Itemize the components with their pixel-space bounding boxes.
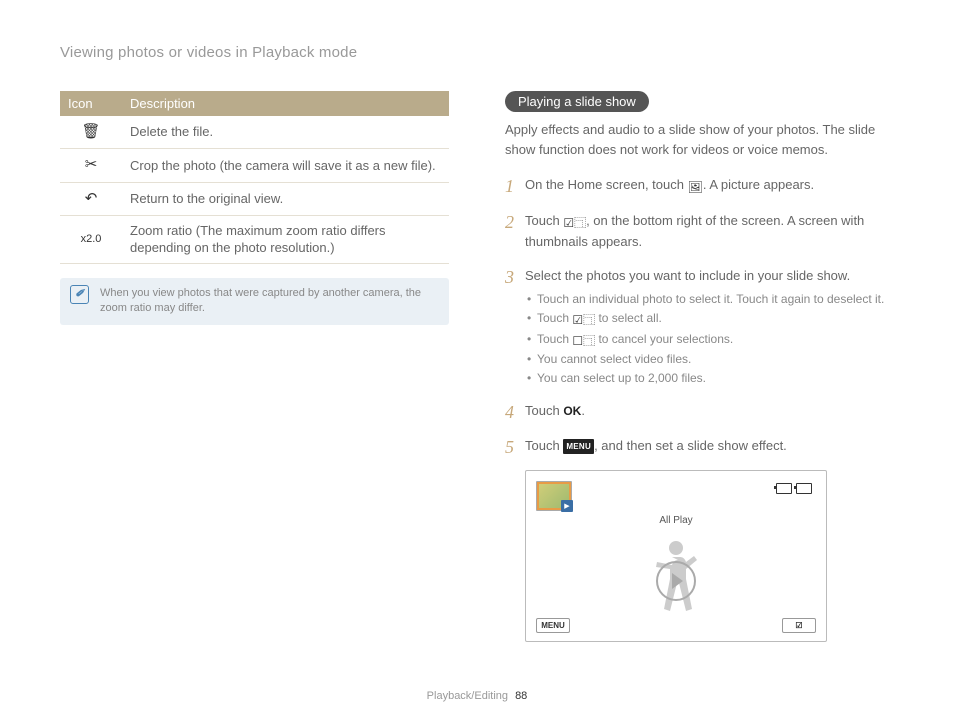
thumbnail-icon <box>536 481 572 511</box>
zoom-ratio-icon: x2.0 <box>60 215 122 263</box>
battery-icon <box>776 483 792 494</box>
note-icon: ✐ <box>70 285 89 304</box>
battery-icon <box>796 483 812 494</box>
table-row: x2.0Zoom ratio (The maximum zoom ratio d… <box>60 215 449 263</box>
screenshot-preview: All Play MENU ☑ <box>525 470 827 642</box>
step-text: On the Home screen, touch <box>525 177 688 192</box>
status-icons <box>776 483 812 494</box>
note-box: ✐ When you view photos that were capture… <box>60 278 449 325</box>
sub-item: Touch ☑⿹ to select all. <box>525 309 894 330</box>
step-text: Touch <box>525 213 563 228</box>
sub-item: Touch ☐⿹ to cancel your selections. <box>525 330 894 351</box>
table-row: 🗑Delete the file. <box>60 116 449 149</box>
footer-page-number: 88 <box>515 690 527 702</box>
gallery-icon: 🖼 <box>688 178 703 197</box>
select-button: ☑ <box>782 618 816 633</box>
section-pill: Playing a slide show <box>505 91 649 112</box>
step-text: Select the photos you want to include in… <box>525 268 850 283</box>
note-text: When you view photos that were captured … <box>100 287 421 314</box>
table-row: ✂Crop the photo (the camera will save it… <box>60 149 449 182</box>
return-icon: ↶ <box>60 182 122 215</box>
ok-icon: OK <box>563 404 581 418</box>
left-column: Icon Description 🗑Delete the file. ✂Crop… <box>60 91 449 642</box>
step-item: Touch OK. <box>505 401 894 421</box>
menu-button: MENU <box>536 618 570 633</box>
select-all-icon: ☑⿹ <box>572 311 595 330</box>
sub-item: Touch an individual photo to select it. … <box>525 290 894 309</box>
all-play-label: All Play <box>526 515 826 526</box>
step-item: Touch MENU, and then set a slide show ef… <box>505 436 894 456</box>
step-text: . <box>581 403 585 418</box>
table-cell-description: Zoom ratio (The maximum zoom ratio diffe… <box>122 215 449 263</box>
select-icon: ☑⿹ <box>563 214 586 233</box>
table-header-description: Description <box>122 91 449 116</box>
table-cell-description: Crop the photo (the camera will save it … <box>122 149 449 182</box>
sub-text: to cancel your selections. <box>595 332 733 346</box>
sub-text: to select all. <box>595 311 662 325</box>
menu-icon: MENU <box>563 439 594 454</box>
step-text: . A picture appears. <box>703 177 814 192</box>
section-intro: Apply effects and audio to a slide show … <box>505 120 894 159</box>
table-cell-description: Delete the file. <box>122 116 449 149</box>
deselect-icon: ☐⿹ <box>572 332 595 351</box>
trash-icon: 🗑 <box>60 116 122 149</box>
play-icon <box>656 561 696 601</box>
table-header-icon: Icon <box>60 91 122 116</box>
sub-item: You cannot select video files. <box>525 350 894 369</box>
right-column: Playing a slide show Apply effects and a… <box>505 91 894 642</box>
table-cell-description: Return to the original view. <box>122 182 449 215</box>
step-text: Touch <box>525 438 563 453</box>
table-row: ↶Return to the original view. <box>60 182 449 215</box>
sub-text: Touch <box>537 311 572 325</box>
steps-list: On the Home screen, touch 🖼. A picture a… <box>505 175 894 456</box>
step-text: , and then set a slide show effect. <box>594 438 787 453</box>
step-item: Touch ☑⿹, on the bottom right of the scr… <box>505 211 894 253</box>
icon-description-table: Icon Description 🗑Delete the file. ✂Crop… <box>60 91 449 264</box>
step-item: On the Home screen, touch 🖼. A picture a… <box>505 175 894 197</box>
footer-section: Playback/Editing <box>427 690 508 702</box>
scissors-icon: ✂ <box>60 149 122 182</box>
sub-text: Touch <box>537 332 572 346</box>
sub-item: You can select up to 2,000 files. <box>525 369 894 388</box>
breadcrumb: Viewing photos or videos in Playback mod… <box>60 44 894 61</box>
step-text: Touch <box>525 403 563 418</box>
sub-list: Touch an individual photo to select it. … <box>525 290 894 387</box>
page-footer: Playback/Editing 88 <box>0 690 954 702</box>
step-item: Select the photos you want to include in… <box>505 266 894 387</box>
